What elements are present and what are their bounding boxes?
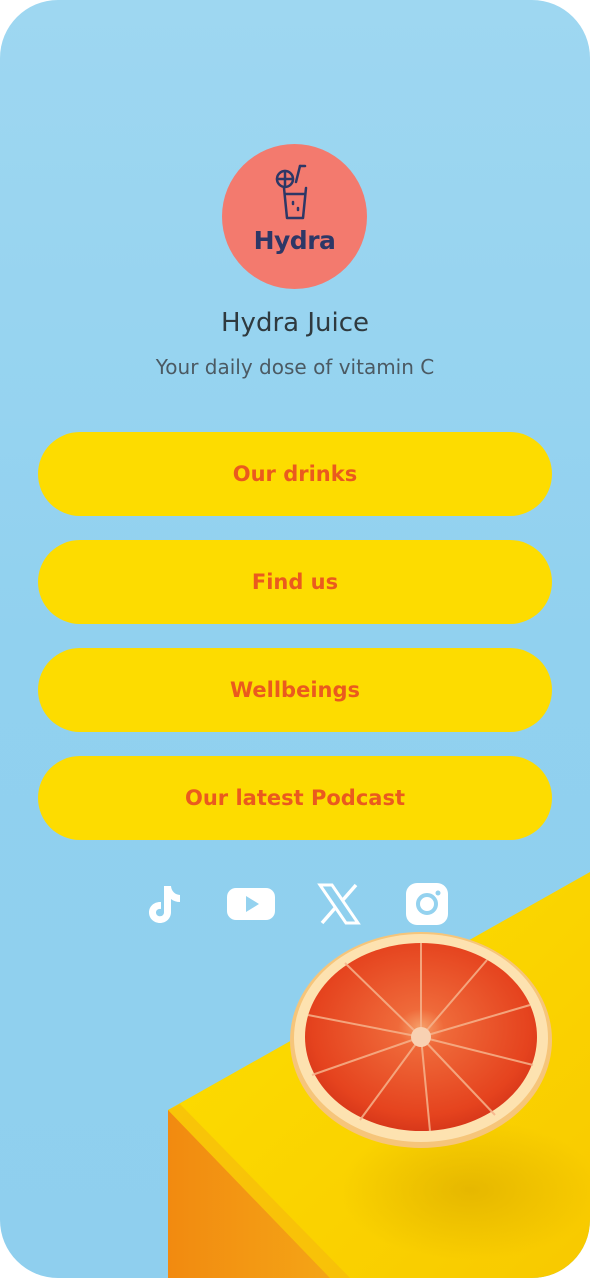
instagram-icon[interactable] <box>403 880 451 928</box>
youtube-icon[interactable] <box>227 880 275 928</box>
link-button-our-drinks[interactable]: Our drinks <box>38 432 552 516</box>
link-in-bio-page: Hydra Hydra Juice Your daily dose of vit… <box>0 0 590 1278</box>
tiktok-icon[interactable] <box>138 880 186 928</box>
link-button-podcast[interactable]: Our latest Podcast <box>38 756 552 840</box>
logo-wordmark: Hydra <box>253 226 336 255</box>
brand-logo: Hydra <box>222 144 367 289</box>
link-button-find-us[interactable]: Find us <box>38 540 552 624</box>
link-button-wellbeings[interactable]: Wellbeings <box>38 648 552 732</box>
juice-glass-icon <box>275 164 308 220</box>
profile-tagline: Your daily dose of vitamin C <box>155 355 435 379</box>
profile-name: Hydra Juice <box>221 308 369 338</box>
grapefruit-image <box>290 932 552 1148</box>
x-icon[interactable] <box>315 880 363 928</box>
